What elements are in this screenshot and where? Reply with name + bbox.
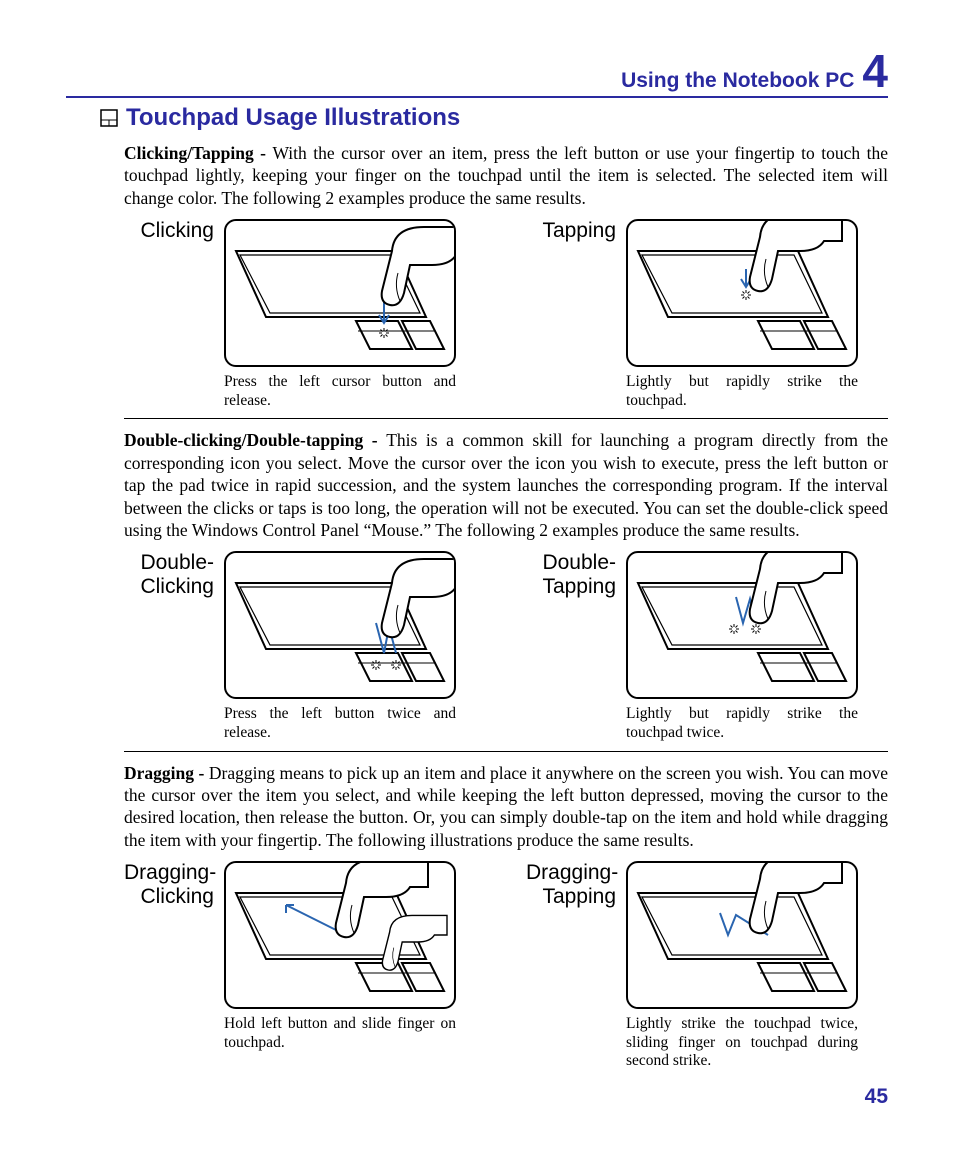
cell-dragging-clicking: Dragging-Clicking Hold left button and s…	[124, 861, 486, 1071]
section-title: Touchpad Usage Illustrations	[126, 104, 460, 132]
label-clicking: Clicking	[124, 219, 214, 410]
caption-clicking: Press the left cursor button and release…	[224, 373, 456, 410]
paragraph-dragging: Dragging - Dragging means to pick up an …	[124, 762, 888, 852]
cell-dragging-tapping: Dragging-Tapping Lightly strike the touc…	[526, 861, 888, 1071]
row-dragging: Dragging-Clicking Hold left button and s…	[124, 861, 888, 1071]
para2-lead: Double-clicking/Double-tapping -	[124, 430, 386, 450]
para3-lead: Dragging -	[124, 763, 209, 783]
title-icon	[100, 109, 118, 127]
paragraph-clicking: Clicking/Tapping - With the cursor over …	[124, 142, 888, 209]
cell-double-clicking: Double-Clicking Press the left button tw…	[124, 551, 486, 742]
chapter-header: Using the Notebook PC 4	[66, 48, 888, 98]
row-double: Double-Clicking Press the left button tw…	[124, 551, 888, 742]
illus-tapping	[626, 219, 858, 367]
illus-clicking	[224, 219, 456, 367]
row-click-tap: Clicking Press the left cursor button an…	[124, 219, 888, 410]
cell-double-tapping: Double-Tapping Lightly but rapidly strik…	[526, 551, 888, 742]
label-dragging-tapping: Dragging-Tapping	[526, 861, 616, 1071]
section-title-row: Touchpad Usage Illustrations	[100, 104, 888, 132]
separator-2	[124, 751, 888, 752]
caption-dragging-clicking: Hold left button and slide finger on tou…	[224, 1015, 456, 1052]
page-number: 45	[865, 1085, 888, 1109]
separator-1	[124, 418, 888, 419]
para1-lead: Clicking/Tapping -	[124, 143, 272, 163]
caption-dragging-tapping: Lightly strike the touchpad twice, slidi…	[626, 1015, 858, 1071]
illus-double-clicking	[224, 551, 456, 699]
label-double-clicking: Double-Clicking	[124, 551, 214, 742]
label-double-tapping: Double-Tapping	[526, 551, 616, 742]
caption-double-tapping: Lightly but rapidly strike the touchpad …	[626, 705, 858, 742]
para3-body: Dragging means to pick up an item and pl…	[124, 763, 888, 850]
label-dragging-clicking: Dragging-Clicking	[124, 861, 214, 1071]
illus-dragging-tapping	[626, 861, 858, 1009]
illus-dragging-clicking	[224, 861, 456, 1009]
cell-tapping: Tapping Lightly but rapidly strike the t…	[526, 219, 888, 410]
chapter-number: 4	[862, 48, 888, 94]
label-tapping: Tapping	[526, 219, 616, 410]
paragraph-doubleclick: Double-clicking/Double-tapping - This is…	[124, 429, 888, 541]
caption-double-clicking: Press the left button twice and release.	[224, 705, 456, 742]
cell-clicking: Clicking Press the left cursor button an…	[124, 219, 486, 410]
chapter-title: Using the Notebook PC	[621, 69, 854, 93]
caption-tapping: Lightly but rapidly strike the touchpad.	[626, 373, 858, 410]
illus-double-tapping	[626, 551, 858, 699]
